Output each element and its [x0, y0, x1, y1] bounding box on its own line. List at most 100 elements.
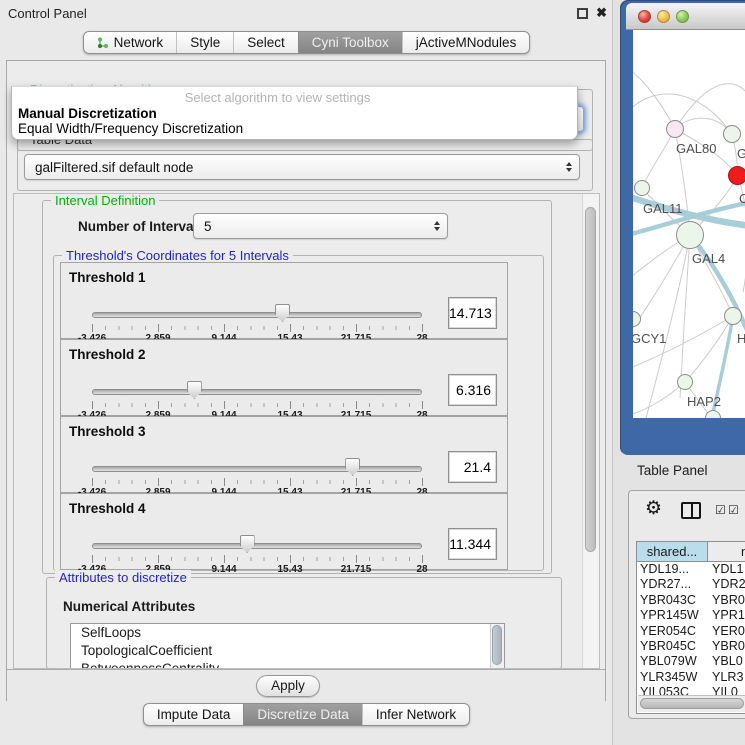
tab-cyni-toolbox[interactable]: Cyni Toolbox — [298, 32, 402, 53]
slider-thumb[interactable] — [345, 458, 360, 476]
scrollbar-thumb[interactable] — [492, 625, 502, 665]
network-node-gal4[interactable] — [676, 221, 704, 249]
network-node-top-right[interactable] — [723, 125, 741, 143]
vertical-scrollbar[interactable] — [582, 194, 599, 668]
tick-major — [224, 555, 225, 563]
number-of-intervals-select[interactable]: 5 — [193, 213, 448, 239]
node-label-partial-h: H — [737, 331, 745, 346]
slider-thumb[interactable] — [240, 535, 255, 553]
scrollbar-thumb[interactable] — [640, 698, 744, 709]
slider-track[interactable] — [92, 543, 422, 549]
table-panel: Table Panel ⚙ ☑ ☑ shared... na YDL19...Y… — [613, 455, 745, 745]
network-window-titlebar[interactable] — [626, 3, 745, 30]
float-window-icon[interactable] — [577, 8, 588, 19]
table-panel-card: ⚙ ☑ ☑ shared... na YDL19...YDL1 YDR27...… — [628, 490, 745, 719]
tab-label: Style — [190, 35, 220, 50]
scrollbar-thumb[interactable] — [585, 207, 596, 552]
threshold-2-panel: Threshold 2 -3.426 2.859 9.144 15.43 — [60, 339, 508, 416]
close-icon[interactable]: ✖ — [596, 5, 607, 21]
threshold-value-field[interactable]: 14.713 — [448, 297, 497, 329]
tab-infer-network[interactable]: Infer Network — [362, 704, 469, 725]
table-data-group: Table Data galFiltered.sif default node — [17, 139, 593, 191]
deselect-all-icon[interactable]: ☑ — [728, 503, 739, 517]
combo-value: galFiltered.sif default node — [35, 160, 193, 175]
network-canvas[interactable]: GAL80 G C GAL11 GAL4 GCY1 H HAP2 — [633, 30, 745, 418]
tick-major — [92, 478, 93, 486]
slider-track[interactable] — [92, 389, 422, 395]
tick-major — [422, 478, 423, 486]
table-header-row: shared... na — [637, 542, 745, 562]
tab-network[interactable]: Network — [84, 32, 177, 53]
tick-major — [356, 401, 357, 409]
minimize-traffic-icon[interactable] — [657, 10, 670, 23]
list-item[interactable]: TopologicalCoefficient — [71, 642, 504, 660]
threshold-value-field[interactable]: 21.4 — [448, 451, 497, 483]
tick-major — [224, 401, 225, 409]
tab-label: Discretize Data — [257, 707, 349, 722]
tab-discretize-data[interactable]: Discretize Data — [243, 704, 362, 725]
dropdown-placeholder: Select algorithm to view settings — [12, 90, 543, 105]
tick-major — [158, 555, 159, 563]
threshold-1-panel: Threshold 1 -3.426 2.859 9.144 15.43 — [60, 262, 508, 339]
network-node-hap2[interactable] — [677, 374, 693, 390]
table-row[interactable]: YBL079WYBL0 — [637, 654, 745, 669]
select-all-icon[interactable]: ☑ — [715, 503, 726, 517]
table-row[interactable]: YDR27...YDR2 — [637, 577, 745, 592]
zoom-traffic-icon[interactable] — [676, 10, 689, 23]
threshold-slider[interactable]: -3.426 2.859 9.144 15.43 21.715 28 — [92, 534, 422, 570]
threshold-slider[interactable]: -3.426 2.859 9.144 15.43 21.715 28 — [92, 457, 422, 493]
table-data-select[interactable]: galFiltered.sif default node — [24, 154, 580, 180]
network-node-right-middle[interactable] — [724, 307, 742, 325]
tick-marks — [92, 557, 423, 561]
slider-track[interactable] — [92, 312, 422, 318]
threshold-slider[interactable]: -3.426 2.859 9.144 15.43 21.715 28 — [92, 380, 422, 416]
combo-value: 5 — [204, 219, 212, 234]
table-row[interactable]: YBR045CYBR0 — [637, 639, 745, 654]
slider-thumb[interactable] — [275, 304, 290, 322]
group-title: Interval Definition — [51, 193, 159, 208]
node-label-partial-c: C — [739, 191, 745, 206]
list-scrollbar[interactable] — [490, 624, 504, 668]
network-node-selected-red[interactable] — [728, 166, 745, 185]
table-row[interactable]: YER054CYER0 — [637, 624, 745, 639]
tick-major — [356, 555, 357, 563]
horizontal-scrollbar[interactable] — [638, 695, 745, 712]
threshold-4-panel: Threshold 4 -3.426 2.859 9.144 15.43 — [60, 493, 508, 570]
tick-marks — [92, 403, 423, 407]
close-traffic-icon[interactable] — [638, 10, 651, 23]
tab-jactivemnodules[interactable]: jActiveMNodules — [402, 32, 530, 53]
tab-style[interactable]: Style — [176, 32, 233, 53]
column-header-name[interactable]: na — [708, 542, 745, 561]
network-view-window[interactable]: GAL80 G C GAL11 GAL4 GCY1 H HAP2 — [620, 0, 745, 455]
table-row[interactable]: YPR145WYPR1 — [637, 608, 745, 623]
table-row[interactable]: YLR345WYLR3 — [637, 670, 745, 685]
dropdown-option-equal-width-frequency[interactable]: Equal Width/Frequency Discretization — [18, 121, 243, 136]
threshold-slider[interactable]: -3.426 2.859 9.144 15.43 21.715 28 — [92, 303, 422, 339]
dropdown-option-manual-discretization[interactable]: Manual Discretization — [18, 106, 157, 121]
tick-label: 9.144 — [211, 564, 236, 575]
tab-label: Infer Network — [376, 707, 456, 722]
list-item[interactable]: BetweennessCentrality — [71, 660, 504, 669]
tab-impute-data[interactable]: Impute Data — [144, 704, 244, 725]
apply-button[interactable]: Apply — [256, 675, 320, 697]
interval-definition-group: Interval Definition Number of Intervals … — [42, 200, 552, 574]
tab-select[interactable]: Select — [233, 32, 298, 53]
group-title: Threshold's Coordinates for 5 Intervals — [62, 248, 293, 263]
list-item[interactable]: SelfLoops — [71, 624, 504, 642]
columns-icon[interactable] — [681, 502, 701, 519]
tick-major — [422, 401, 423, 409]
table-row[interactable]: YDL19...YDL1 — [637, 562, 745, 577]
network-node-gal11[interactable] — [634, 180, 650, 196]
threshold-value-field[interactable]: 11.344 — [448, 528, 497, 560]
gear-icon[interactable]: ⚙ — [645, 497, 662, 520]
node-label-gal11: GAL11 — [643, 201, 683, 216]
slider-track[interactable] — [92, 466, 422, 472]
node-label-hap2: HAP2 — [687, 394, 721, 409]
column-header-shared-name[interactable]: shared... — [637, 542, 708, 561]
threshold-value-field[interactable]: 6.316 — [448, 374, 497, 406]
table-row[interactable]: YBR043CYBR0 — [637, 593, 745, 608]
tab-label: Cyni Toolbox — [312, 35, 389, 50]
tick-label: 28 — [416, 564, 427, 575]
network-node-gal80[interactable] — [666, 120, 684, 138]
slider-thumb[interactable] — [187, 381, 202, 399]
